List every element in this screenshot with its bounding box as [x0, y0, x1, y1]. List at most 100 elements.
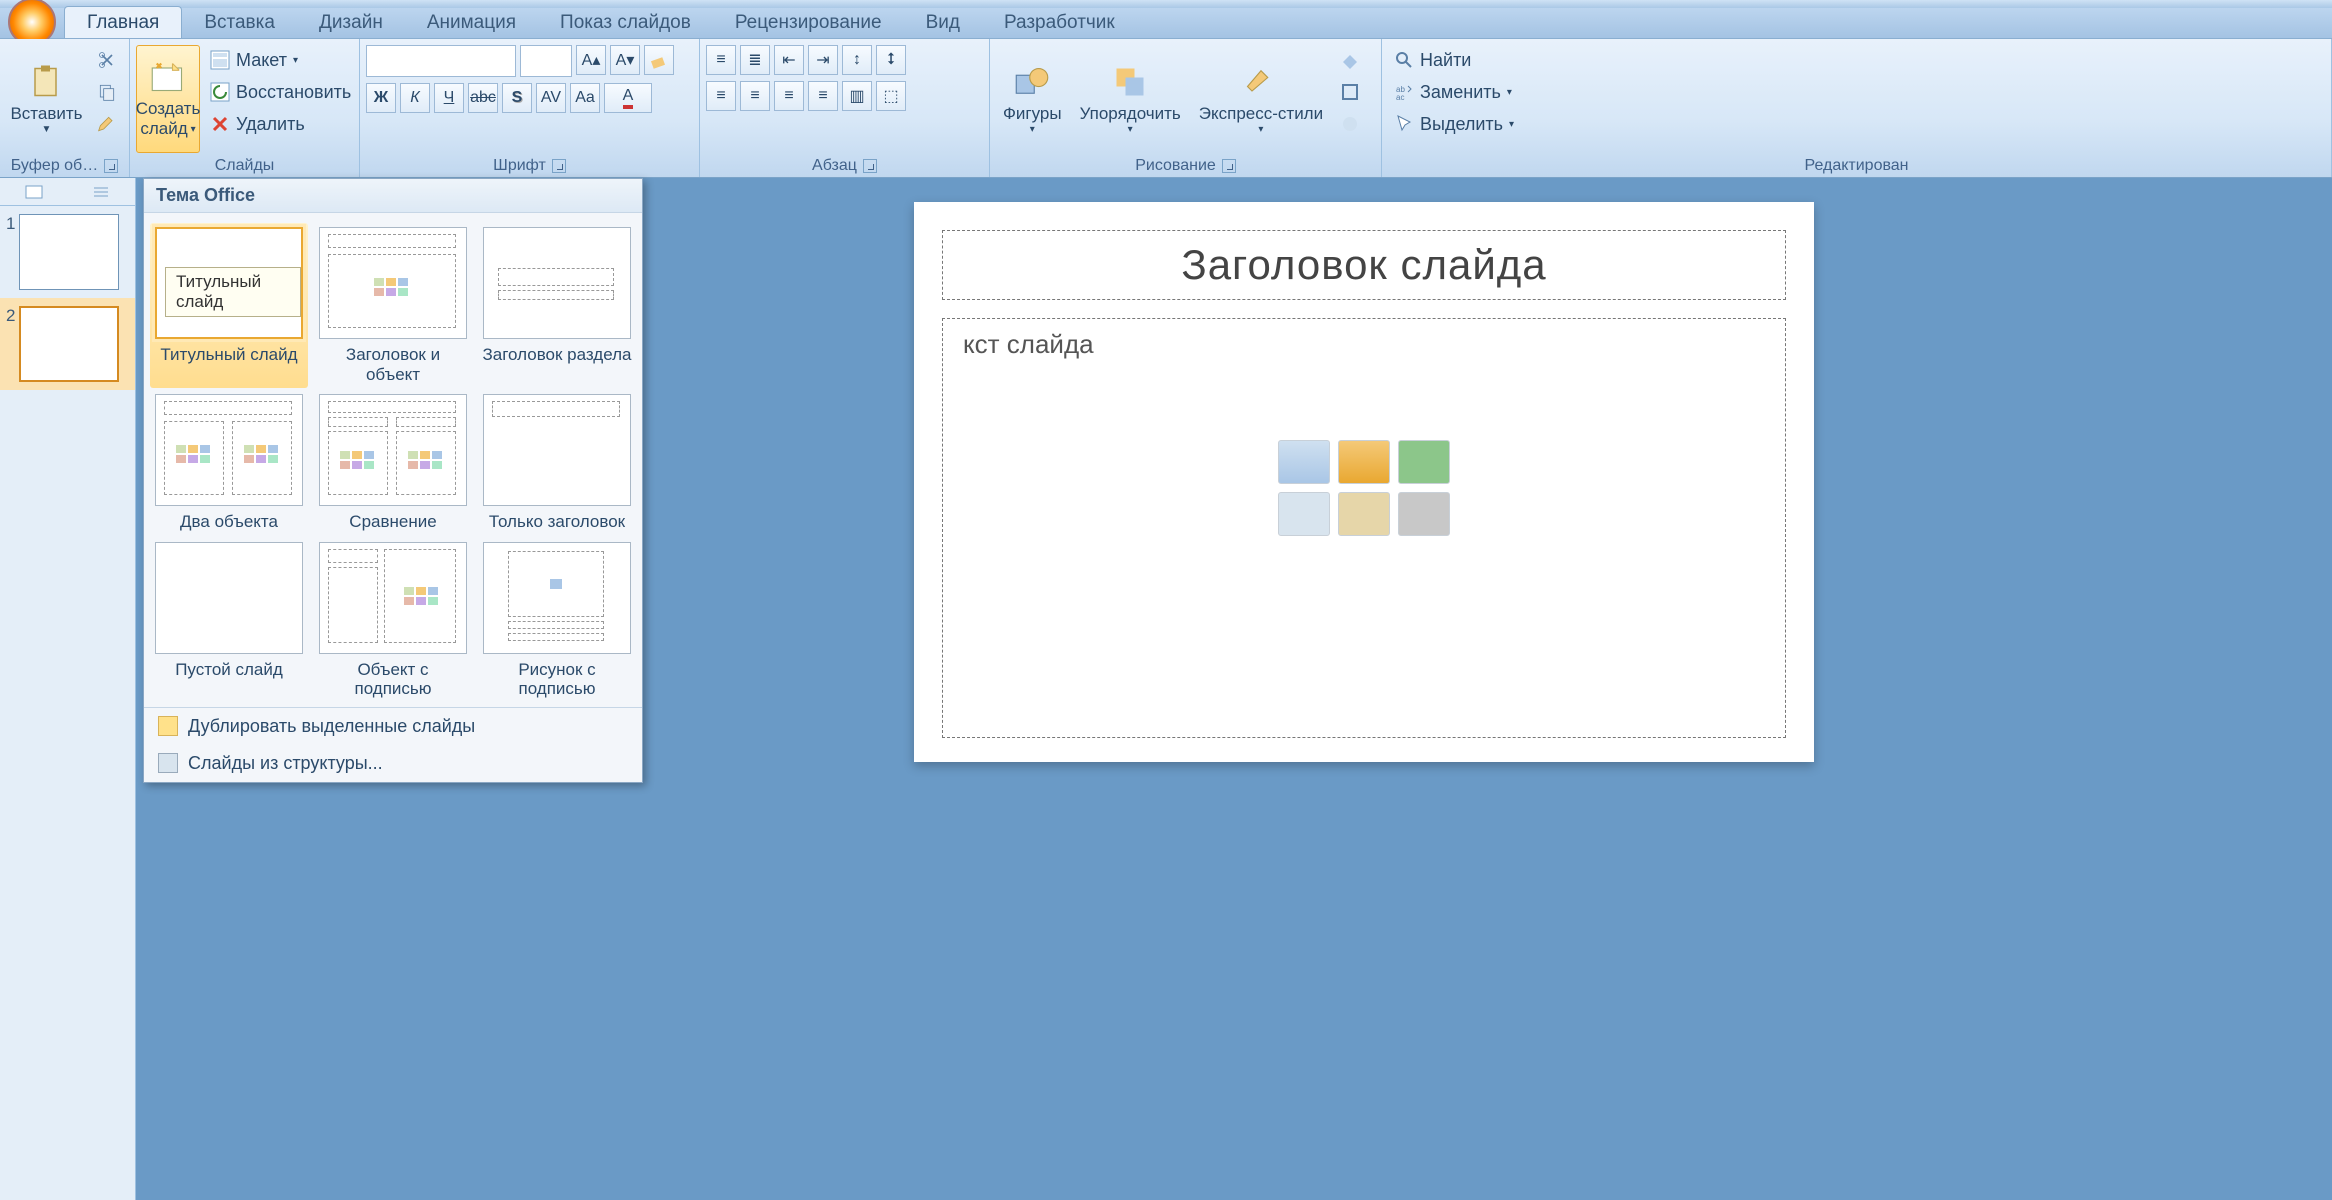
replace-button[interactable]: abacЗаменить▾ [1388, 77, 1520, 107]
tab-home[interactable]: Главная [64, 6, 182, 38]
clipboard-launcher[interactable] [104, 159, 118, 173]
reset-button[interactable]: Восстановить [204, 77, 357, 107]
drawing-launcher[interactable] [1222, 159, 1236, 173]
body-text: кст слайда [963, 329, 1765, 360]
tab-insert[interactable]: Вставка [182, 7, 297, 38]
tab-slideshow[interactable]: Показ слайдов [538, 7, 713, 38]
change-case-button[interactable]: Aa [570, 83, 600, 113]
numbering-button[interactable]: ≣ [740, 45, 770, 75]
align-right-button[interactable]: ≡ [774, 81, 804, 111]
tab-developer[interactable]: Разработчик [982, 7, 1137, 38]
align-center-button[interactable]: ≡ [740, 81, 770, 111]
new-slide-button[interactable]: Создать слайд▾ [136, 45, 200, 153]
tab-animation[interactable]: Анимация [405, 7, 538, 38]
justify-button[interactable]: ≡ [808, 81, 838, 111]
group-paragraph-label: Абзац [812, 157, 857, 175]
paragraph-launcher[interactable] [863, 159, 877, 173]
insert-picture-icon[interactable] [1278, 492, 1330, 536]
reset-icon [210, 82, 230, 102]
insert-table-icon[interactable] [1278, 440, 1330, 484]
outline-icon [1340, 82, 1360, 102]
slides-view-icon [25, 185, 43, 199]
eraser-icon [650, 51, 668, 69]
align-left-button[interactable]: ≡ [706, 81, 736, 111]
shape-outline-button[interactable] [1334, 77, 1366, 107]
ribbon: Вставить ▼ Буфер об… Создать слайд▾ Маке… [0, 39, 2332, 178]
layout-picture-caption[interactable]: Рисунок с подписью [482, 542, 632, 699]
bullets-button[interactable]: ≡ [706, 45, 736, 75]
grow-font-button[interactable]: A▴ [576, 45, 606, 75]
quick-styles-button[interactable]: Экспресс-стили▾ [1192, 45, 1330, 153]
dropdown-icon: ▼ [42, 124, 52, 135]
copy-button[interactable] [91, 77, 123, 107]
layout-blank[interactable]: Пустой слайд [154, 542, 304, 699]
brush-icon [97, 114, 117, 134]
paste-button[interactable]: Вставить ▼ [6, 45, 87, 153]
title-placeholder[interactable]: Заголовок слайда [942, 230, 1786, 300]
shadow-button[interactable]: S [502, 83, 532, 113]
slide-thumb-1[interactable]: 1 [0, 206, 135, 298]
find-button[interactable]: Найти [1388, 45, 1520, 75]
char-spacing-button[interactable]: AV [536, 83, 566, 113]
scissors-icon [97, 50, 117, 70]
shrink-font-button[interactable]: A▾ [610, 45, 640, 75]
layout-button[interactable]: Макет▾ [204, 45, 357, 75]
arrange-button[interactable]: Упорядочить▾ [1073, 45, 1188, 153]
shape-fill-button[interactable] [1334, 45, 1366, 75]
svg-text:ac: ac [1396, 93, 1404, 102]
font-color-button[interactable]: A [604, 83, 652, 113]
inc-indent-button[interactable]: ⇥ [808, 45, 838, 75]
layout-comparison[interactable]: Сравнение [318, 394, 468, 532]
current-slide[interactable]: Заголовок слайда кст слайда [914, 202, 1814, 762]
panel-tab-slides[interactable] [0, 178, 68, 205]
body-placeholder[interactable]: кст слайда [942, 318, 1786, 738]
insert-media-icon[interactable] [1398, 492, 1450, 536]
fill-icon [1340, 50, 1360, 70]
layout-title-only[interactable]: Только заголовок [482, 394, 632, 532]
smartart-button[interactable]: ⬚ [876, 81, 906, 111]
tab-view[interactable]: Вид [904, 7, 982, 38]
font-launcher[interactable] [552, 159, 566, 173]
slide-thumb-2[interactable]: 2 [0, 298, 135, 390]
font-size-combo[interactable] [520, 45, 572, 77]
format-painter-button[interactable] [91, 109, 123, 139]
tab-design[interactable]: Дизайн [297, 7, 405, 38]
duplicate-slides-action[interactable]: Дублировать выделенные слайды [144, 708, 642, 745]
slides-from-outline-action[interactable]: Слайды из структуры... [144, 745, 642, 782]
group-editing-label: Редактирован [1804, 157, 1908, 175]
tab-review[interactable]: Рецензирование [713, 7, 904, 38]
outline-import-icon [158, 753, 178, 773]
layout-title-content[interactable]: Заголовок и объект [318, 227, 468, 384]
dec-indent-button[interactable]: ⇤ [774, 45, 804, 75]
font-family-combo[interactable] [366, 45, 516, 77]
cut-button[interactable] [91, 45, 123, 75]
italic-button[interactable]: К [400, 83, 430, 113]
insert-smartart-icon[interactable] [1398, 440, 1450, 484]
text-direction-button[interactable]: ⭥ [876, 45, 906, 75]
bold-button[interactable]: Ж [366, 83, 396, 113]
layout-gallery: Тема Office Титульный слайд Титульный сл… [143, 178, 643, 783]
group-slides-label: Слайды [215, 157, 275, 175]
shapes-button[interactable]: Фигуры▾ [996, 45, 1069, 153]
clear-format-button[interactable] [644, 45, 674, 75]
insert-chart-icon[interactable] [1338, 440, 1390, 484]
new-slide-label-1: Создать [136, 99, 201, 119]
effects-icon [1340, 114, 1360, 134]
layout-section-header[interactable]: Заголовок раздела [482, 227, 632, 384]
cursor-icon [1394, 114, 1414, 134]
underline-button[interactable]: Ч [434, 83, 464, 113]
shape-effects-button[interactable] [1334, 109, 1366, 139]
layout-title-slide[interactable]: Титульный слайд Титульный слайд [150, 223, 308, 388]
insert-clipart-icon[interactable] [1338, 492, 1390, 536]
group-clipboard: Вставить ▼ Буфер об… [0, 39, 130, 177]
find-icon [1394, 50, 1414, 70]
panel-tab-outline[interactable] [68, 178, 136, 205]
line-spacing-button[interactable]: ↕ [842, 45, 872, 75]
layout-two-content[interactable]: Два объекта [154, 394, 304, 532]
columns-button[interactable]: ▥ [842, 81, 872, 111]
content-icons [1274, 440, 1454, 536]
layout-content-caption[interactable]: Объект с подписью [318, 542, 468, 699]
delete-button[interactable]: Удалить [204, 109, 357, 139]
select-button[interactable]: Выделить▾ [1388, 109, 1520, 139]
strike-button[interactable]: abc [468, 83, 498, 113]
